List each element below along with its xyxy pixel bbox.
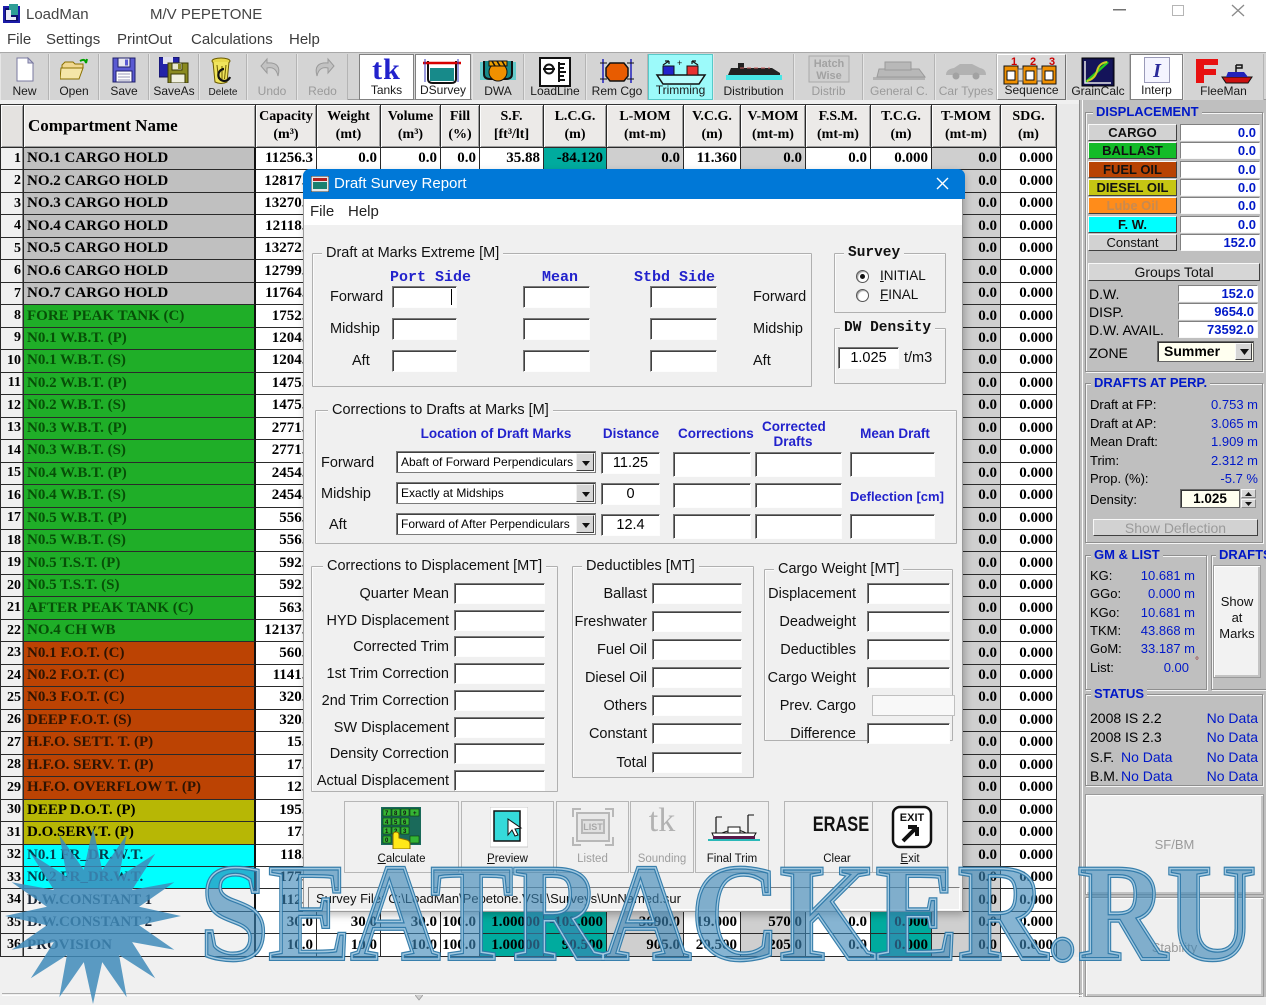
svg-text:+: +: [413, 811, 417, 817]
svg-text:I: I: [1152, 60, 1162, 82]
svg-text:LIST: LIST: [583, 822, 603, 832]
svg-text:Hatch: Hatch: [813, 58, 844, 70]
svg-text:EXIT: EXIT: [900, 812, 925, 824]
svg-text:Wise: Wise: [816, 70, 842, 82]
svg-text:+: +: [677, 58, 682, 68]
